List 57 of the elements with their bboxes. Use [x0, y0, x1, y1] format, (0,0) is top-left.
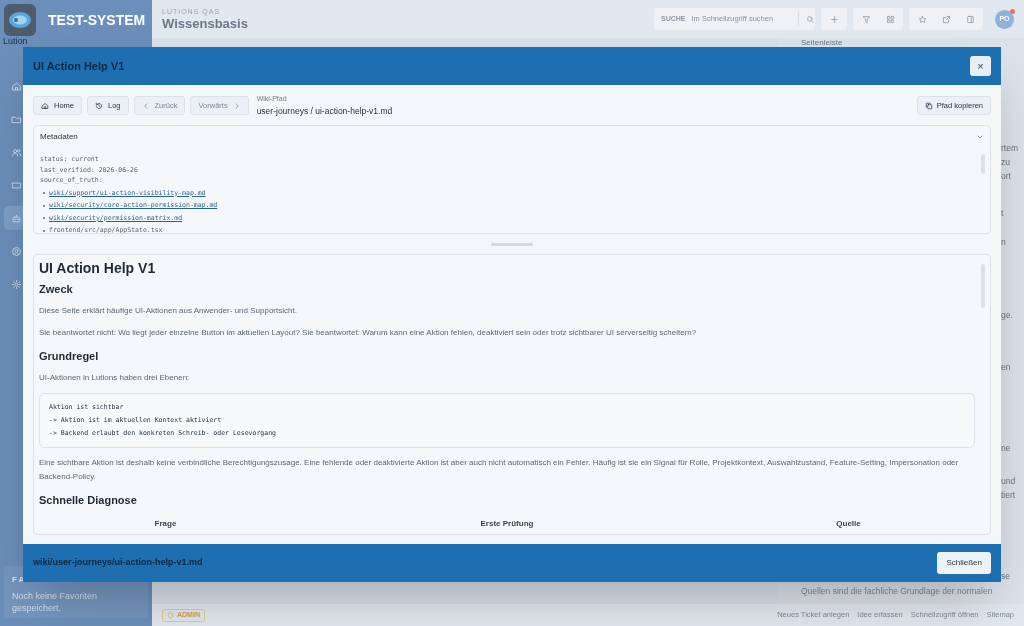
- home-icon: [10, 80, 22, 92]
- side-panel-title: Seitenleiste: [801, 38, 843, 47]
- paragraph: Sie beantwortet nicht: Wo liegt jeder einzelne Button im aktuellen Layout? Sie beantwortet: Warum kann eine Aktion fehlen, deaktiviert sein oder trotz sichtbarer UI serverseitig scheitern?: [39, 327, 698, 340]
- filter-icon: [861, 14, 871, 24]
- column-header: Frage: [154, 518, 177, 531]
- side-panel-text: n: [1001, 237, 1006, 247]
- robot-icon: [10, 212, 22, 224]
- settings-icon: [10, 278, 22, 290]
- resize-handle[interactable]: [491, 242, 533, 246]
- side-panel-text: Quellen sind die fachliche Grundlage der normalen: [801, 586, 993, 596]
- history-icon: [95, 101, 103, 110]
- paragraph: UI-Aktionen in Lutions haben drei Ebenen:: [39, 372, 191, 385]
- app-title: TEST-SYSTEM: [48, 10, 146, 30]
- logo-icon: [4, 4, 36, 36]
- chevron-left-icon: [141, 101, 150, 110]
- section-heading: Zweck: [39, 283, 73, 297]
- ticket-icon: [10, 179, 22, 191]
- folder-icon: [10, 113, 22, 125]
- shield-icon: [167, 611, 174, 619]
- close-button[interactable]: ×: [970, 56, 991, 76]
- copy-icon: [924, 101, 933, 110]
- sidebar-caption: Lution: [3, 36, 28, 46]
- metadata-title: Metadaten: [40, 131, 78, 144]
- star-icon: [917, 14, 927, 24]
- modal-title: UI Action Help V1: [33, 58, 125, 74]
- panel-icon: [965, 14, 975, 24]
- grid-icon: [885, 14, 895, 24]
- page-heading: UI Action Help V1: [39, 259, 156, 278]
- section-heading: Grundregel: [39, 350, 99, 364]
- wiki-path: user-journeys / ui-action-help-v1.md: [256, 104, 393, 118]
- side-panel-text: zu: [1001, 157, 1010, 167]
- column-header: Erste Prüfung: [480, 518, 534, 531]
- favorites-heading: FA: [12, 574, 28, 586]
- column-header: Quelle: [836, 518, 861, 531]
- paragraph: Eine sichtbare Aktion ist deshalb keine verbindliche Berechtigungszusage. Eine fehlende oder deaktivierte Aktion ist aber auch nicht automatisch ein Fehler. Häufig ist sie ein Signal für Rolle, Projektkontext, Auswahlzustand, Feature-Setting, Impersonation oder Backend-Policy.: [39, 457, 960, 484]
- side-panel-text: ge.: [1001, 310, 1013, 320]
- side-panel-text: rtem: [1001, 143, 1018, 153]
- footer-path: wiki/user-journeys/ui-action-help-v1.md: [33, 556, 203, 570]
- side-panel-text: en: [1001, 362, 1011, 372]
- header-title: Wissensbasis: [162, 17, 248, 32]
- chevron-right-icon: [232, 101, 241, 110]
- close-dialog-button[interactable]: Schließen: [937, 552, 991, 574]
- home-icon: [41, 101, 49, 110]
- side-panel-text: und: [1001, 476, 1016, 486]
- plus-icon: [829, 14, 839, 24]
- side-panel-text: ort: [1001, 171, 1011, 181]
- section-heading: Schnelle Diagnose: [39, 494, 137, 508]
- side-panel-text: se: [1001, 571, 1010, 581]
- users-icon: [10, 146, 22, 158]
- side-panel-text: ne: [1001, 443, 1011, 453]
- user-icon: [10, 245, 22, 257]
- side-panel-text: tiert: [1001, 490, 1016, 500]
- favorites-empty-text: Noch keine Favoriten gespeichert.: [12, 590, 99, 614]
- side-panel-text: t: [1001, 208, 1004, 218]
- search-icon: [806, 14, 815, 24]
- external-link-icon: [941, 14, 951, 24]
- paragraph: Diese Seite erklärt häufige UI-Aktionen aus Anwender- und Supportsicht.: [39, 305, 298, 318]
